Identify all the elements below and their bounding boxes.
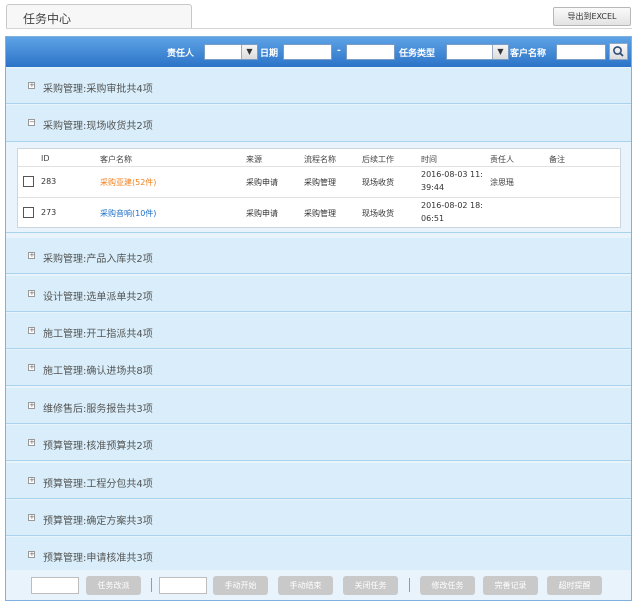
column-header-customer: 客户名称 xyxy=(100,155,132,164)
edit-task-button[interactable]: 修改任务 xyxy=(420,576,475,595)
title-divider xyxy=(6,28,632,29)
chevron-down-icon: ▼ xyxy=(492,45,508,59)
plus-expand-icon[interactable]: + xyxy=(28,402,35,409)
column-header-next: 后续工作 xyxy=(362,155,394,164)
row-next: 现场收货 xyxy=(362,209,394,218)
group-row[interactable]: + 维修售后:服务报告共3项 xyxy=(6,388,631,424)
search-icon xyxy=(613,46,624,57)
group-row[interactable]: + 采购管理:采购审批共4项 xyxy=(6,68,631,104)
task-type-select[interactable]: ▼ xyxy=(446,44,509,60)
group-label: 预算管理:确定方案共3项 xyxy=(43,516,153,527)
row-checkbox[interactable] xyxy=(23,176,34,187)
manual-start-input[interactable] xyxy=(159,577,207,594)
row-time-clock: 39:44 xyxy=(421,183,445,192)
group-label: 预算管理:申请核准共3项 xyxy=(43,553,153,564)
column-header-process: 流程名称 xyxy=(304,155,336,164)
filter-bar: 责任人 ▼ 日期 - 任务类型 ▼ 客户名称 xyxy=(6,37,631,67)
group-label: 设计管理:选单派单共2项 xyxy=(43,292,153,303)
complete-record-button[interactable]: 完善记录 xyxy=(483,576,538,595)
group-label: 预算管理:工程分包共4项 xyxy=(43,479,153,490)
customer-input[interactable] xyxy=(556,44,606,60)
row-time-date: 2016-08-02 18: xyxy=(421,201,483,210)
date-to-input[interactable] xyxy=(346,44,395,60)
group-label: 预算管理:核准预算共2项 xyxy=(43,441,153,452)
action-bar: 任务改派 手动开始 手动结束 关闭任务 修改任务 完善记录 超时提醒 xyxy=(6,570,631,600)
group-label: 施工管理:确认进场共8项 xyxy=(43,366,153,377)
row-next: 现场收货 xyxy=(362,178,394,187)
header-divider xyxy=(18,166,620,167)
group-label: 施工管理:开工指派共4项 xyxy=(43,329,153,340)
plus-expand-icon[interactable]: + xyxy=(28,364,35,371)
plus-expand-icon[interactable]: + xyxy=(28,439,35,446)
group-row[interactable]: + 施工管理:确认进场共8项 xyxy=(6,350,631,386)
group-label: 采购管理:产品入库共2项 xyxy=(43,254,153,265)
task-table: ID 客户名称 来源 流程名称 后续工作 时间 责任人 备注 283 采购亚建(… xyxy=(17,148,621,228)
reassign-task-button[interactable]: 任务改派 xyxy=(86,576,141,595)
toolbar-separator xyxy=(151,578,152,592)
page-title: 任务中心 xyxy=(23,12,72,26)
manual-end-button[interactable]: 手动结束 xyxy=(278,576,333,595)
column-header-id: ID xyxy=(41,154,50,163)
group-row[interactable]: + 预算管理:申请核准共3项 xyxy=(6,537,631,573)
minus-collapse-icon[interactable]: − xyxy=(28,119,35,126)
plus-expand-icon[interactable]: + xyxy=(28,514,35,521)
assignee-label: 责任人 xyxy=(167,49,195,59)
group-label: 采购管理:采购审批共4项 xyxy=(43,84,153,95)
search-button[interactable] xyxy=(609,43,628,60)
customer-label: 客户名称 xyxy=(510,49,547,59)
plus-expand-icon[interactable]: + xyxy=(28,82,35,89)
group-row[interactable]: + 预算管理:确定方案共3项 xyxy=(6,500,631,536)
plus-expand-icon[interactable]: + xyxy=(28,551,35,558)
group-row[interactable]: + 设计管理:选单派单共2项 xyxy=(6,276,631,312)
task-type-label: 任务类型 xyxy=(399,49,436,59)
row-time-date: 2016-08-03 11: xyxy=(421,170,483,179)
row-divider xyxy=(18,197,620,198)
row-assignee: 涂思瑶 xyxy=(490,178,514,187)
date-label: 日期 xyxy=(260,49,279,59)
date-from-input[interactable] xyxy=(283,44,332,60)
column-header-source: 来源 xyxy=(246,155,262,164)
group-label: 采购管理:现场收货共2项 xyxy=(43,121,153,132)
export-excel-button[interactable]: 导出到EXCEL xyxy=(553,7,631,26)
row-checkbox[interactable] xyxy=(23,207,34,218)
row-source: 采购申请 xyxy=(246,178,278,187)
close-task-button[interactable]: 关闭任务 xyxy=(343,576,398,595)
group-row[interactable]: + 预算管理:核准预算共2项 xyxy=(6,425,631,461)
expanded-task-list: ID 客户名称 来源 流程名称 后续工作 时间 责任人 备注 283 采购亚建(… xyxy=(6,142,631,233)
page-title-tab: 任务中心 xyxy=(6,4,192,28)
assignee-select[interactable]: ▼ xyxy=(204,44,258,60)
chevron-down-icon: ▼ xyxy=(241,45,257,59)
row-process: 采购管理 xyxy=(304,209,336,218)
column-header-time: 时间 xyxy=(421,155,437,164)
row-id: 283 xyxy=(41,177,57,186)
plus-expand-icon[interactable]: + xyxy=(28,477,35,484)
row-customer-link[interactable]: 采购亚建(52件) xyxy=(100,177,156,188)
row-id: 273 xyxy=(41,208,57,217)
group-row[interactable]: + 预算管理:工程分包共4项 xyxy=(6,463,631,499)
group-row[interactable]: + 施工管理:开工指派共4项 xyxy=(6,313,631,349)
toolbar-separator xyxy=(409,578,410,592)
date-separator: - xyxy=(337,46,341,56)
group-row[interactable]: + 采购管理:产品入库共2项 xyxy=(6,238,631,274)
manual-start-button[interactable]: 手动开始 xyxy=(213,576,268,595)
column-header-note: 备注 xyxy=(549,155,565,164)
column-header-assignee: 责任人 xyxy=(490,155,514,164)
plus-expand-icon[interactable]: + xyxy=(28,252,35,259)
task-panel: 责任人 ▼ 日期 - 任务类型 ▼ 客户名称 + 采购管理:采购审批共4项 − … xyxy=(5,36,632,601)
plus-expand-icon[interactable]: + xyxy=(28,290,35,297)
timeout-reminder-button[interactable]: 超时提醒 xyxy=(547,576,602,595)
row-customer-link[interactable]: 采购音响(10件) xyxy=(100,208,156,219)
group-label: 维修售后:服务报告共3项 xyxy=(43,404,153,415)
row-process: 采购管理 xyxy=(304,178,336,187)
plus-expand-icon[interactable]: + xyxy=(28,327,35,334)
reassign-input[interactable] xyxy=(31,577,79,594)
group-row-expanded[interactable]: − 采购管理:现场收货共2项 xyxy=(6,105,631,142)
row-source: 采购申请 xyxy=(246,209,278,218)
row-time-clock: 06:51 xyxy=(421,214,445,223)
